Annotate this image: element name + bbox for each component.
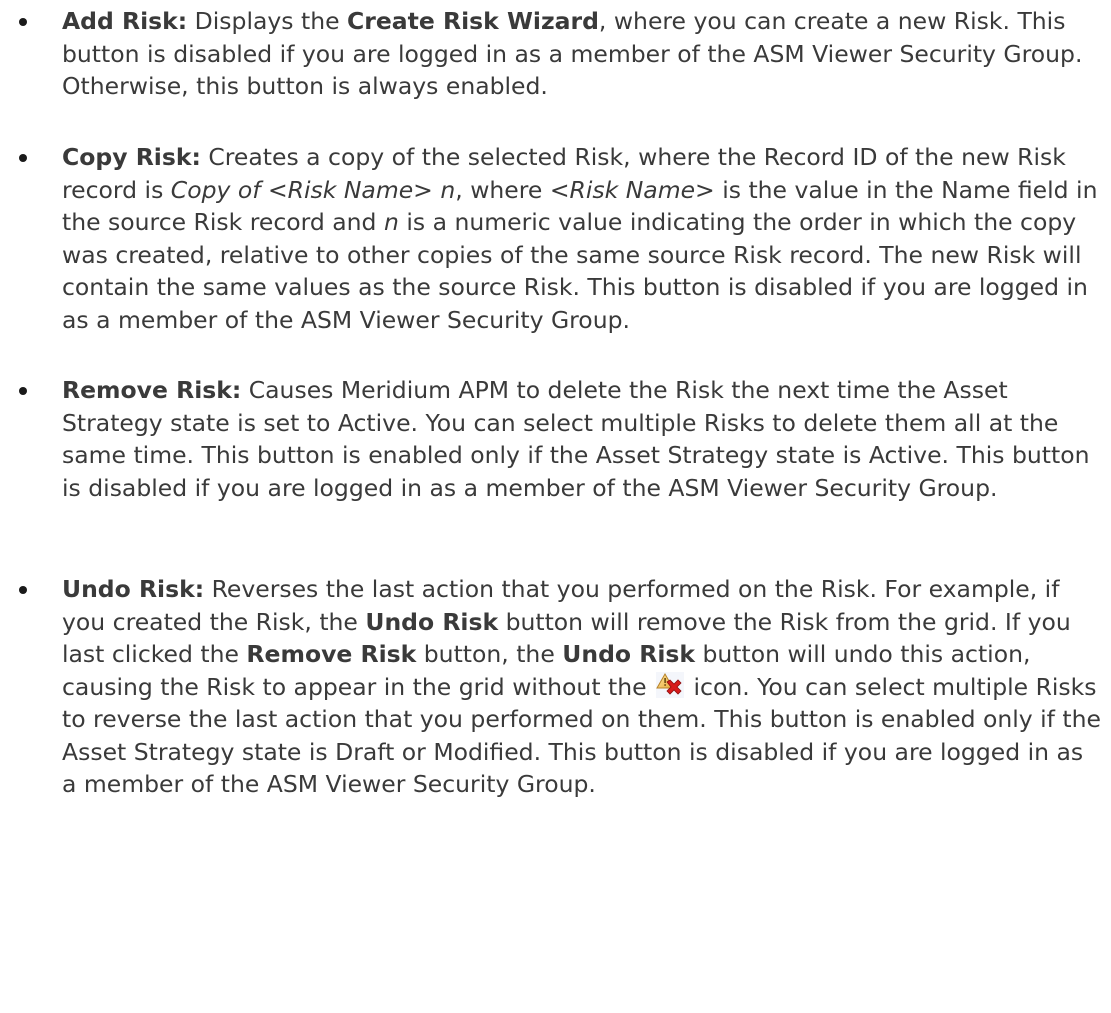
create-risk-wizard-label: Create Risk Wizard [347, 7, 599, 35]
term-copy-risk: Copy Risk: [62, 143, 201, 171]
list-item-copy-risk: Copy Risk: Creates a copy of the selecte… [0, 141, 1111, 336]
text: , where [455, 175, 550, 204]
text: Displays the [187, 7, 348, 35]
term-undo-risk: Undo Risk: [62, 575, 205, 603]
document: Add Risk: Displays the Create Risk Wizar… [0, 0, 1111, 1013]
text: button, the [416, 640, 563, 668]
risk-name-placeholder: <Risk Name> [549, 175, 715, 204]
list-item-add-risk: Add Risk: Displays the Create Risk Wizar… [0, 5, 1111, 103]
bullet-icon [19, 154, 27, 162]
remove-risk-label: Remove Risk [246, 640, 417, 668]
n-variable: n [383, 208, 399, 236]
list-item-undo-risk: Undo Risk: Reverses the last action that… [0, 573, 1111, 801]
undo-risk-label: Undo Risk [365, 607, 499, 636]
bullet-icon [19, 586, 27, 594]
term-add-risk: Add Risk: [62, 7, 188, 35]
bullet-icon [19, 387, 27, 395]
term-remove-risk: Remove Risk: [62, 376, 242, 404]
undo-risk-label: Undo Risk [562, 640, 695, 668]
risk-removed-icon [656, 671, 685, 698]
bullet-icon [19, 18, 27, 26]
copy-name-pattern: Copy of <Risk Name> n [170, 175, 456, 204]
list-item-remove-risk: Remove Risk: Causes Meridium APM to dele… [0, 374, 1111, 504]
